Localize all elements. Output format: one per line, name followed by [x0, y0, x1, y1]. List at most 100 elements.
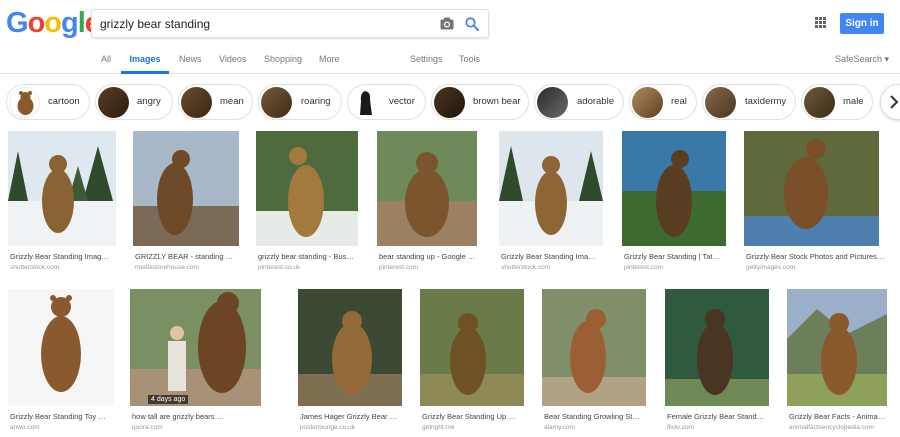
chip-thumbnail: [350, 87, 381, 118]
chip-cartoon[interactable]: cartoon: [6, 84, 90, 120]
result-title: Grizzly Bear Standing Ima…: [501, 252, 596, 261]
image-result[interactable]: Grizzly Bear Standing Up … getright.me: [420, 289, 524, 433]
result-source: pinterest.com: [379, 264, 419, 271]
apps-grid-icon[interactable]: [815, 17, 826, 28]
result-thumbnail: [622, 131, 726, 246]
chip-thumbnail: [9, 87, 40, 118]
result-title: James Hager Grizzly Bear …: [300, 412, 398, 421]
settings-link[interactable]: Settings: [410, 46, 443, 74]
result-thumbnail: [542, 289, 646, 406]
result-source: shutterstock.com: [501, 264, 551, 271]
date-badge: 4 days ago: [148, 395, 189, 404]
camera-icon[interactable]: [440, 17, 454, 30]
result-source: anwo.com: [10, 424, 40, 431]
search-icon[interactable]: [465, 17, 479, 31]
result-source: mediastorehouse.com: [135, 264, 199, 271]
chip-thumbnail: [181, 87, 212, 118]
result-title: bear standing up - Google …: [379, 252, 476, 261]
google-logo[interactable]: Google: [6, 7, 101, 40]
result-title: Grizzly Bear Standing Up …: [422, 412, 516, 421]
chip-label: roaring: [301, 96, 331, 107]
chip-thumbnail: [804, 87, 835, 118]
chevron-right-icon: [890, 95, 899, 109]
chip-angry[interactable]: angry: [95, 84, 173, 120]
result-source: animalfactsencyclopedia.com: [789, 424, 874, 431]
result-source: alamy.com: [544, 424, 575, 431]
logo-letter: l: [77, 7, 86, 39]
image-result[interactable]: Female Grizzly Bear Stand… flickr.com: [665, 289, 769, 433]
chip-thumbnail: [261, 87, 292, 118]
chip-taxidermy[interactable]: taxidermy: [702, 84, 796, 120]
logo-letter: g: [61, 7, 79, 39]
result-source: quora.com: [132, 424, 163, 431]
chips-next-button[interactable]: [880, 84, 900, 120]
result-thumbnail: [787, 289, 887, 406]
image-result[interactable]: bear standing up - Google … pinterest.co…: [377, 131, 477, 275]
result-title: Grizzly Bear Facts - Anima…: [789, 412, 886, 421]
logo-letter: o: [27, 7, 46, 39]
image-result[interactable]: Grizzly Bear Standing | Tat… pinterest.c…: [622, 131, 726, 275]
image-result[interactable]: grizzly bear standing - Bus… pinterest.c…: [256, 131, 358, 275]
image-result[interactable]: 4 days ago how tall are grizzly bears … …: [130, 289, 278, 433]
logo-letter: o: [44, 7, 62, 39]
chip-label: vector: [389, 96, 415, 107]
chip-label: mean: [220, 96, 244, 107]
image-result[interactable]: James Hager Grizzly Bear … posterlounge.…: [298, 289, 402, 433]
result-thumbnail: [8, 289, 114, 406]
image-result[interactable]: Bear Standing Growling St… alamy.com: [542, 289, 646, 433]
tab-images[interactable]: Images: [121, 46, 169, 74]
tools-link[interactable]: Tools: [459, 46, 480, 74]
chip-label: angry: [137, 96, 161, 107]
chip-thumbnail: [537, 87, 568, 118]
search-input[interactable]: [100, 15, 430, 33]
result-thumbnail: [130, 289, 261, 406]
chip-male[interactable]: male: [801, 84, 873, 120]
result-source: flickr.com: [667, 424, 695, 431]
chip-vector[interactable]: vector: [347, 84, 426, 120]
chip-label: real: [671, 96, 687, 107]
chip-roaring[interactable]: roaring: [258, 84, 342, 120]
related-searches: cartoon angry mean roaring vector brown …: [0, 84, 900, 121]
tab-more[interactable]: More: [319, 46, 340, 74]
safesearch-toggle[interactable]: SafeSearch ▾: [835, 46, 889, 74]
chip-thumbnail: [98, 87, 129, 118]
result-thumbnail: [665, 289, 769, 406]
image-result[interactable]: Grizzly Bear Stock Photos and Pictures… …: [744, 131, 892, 275]
result-title: Grizzly Bear Standing Imag…: [10, 252, 109, 261]
chip-thumbnail: [632, 87, 663, 118]
image-result[interactable]: Grizzly Bear Standing Imag… shutterstock…: [8, 131, 116, 275]
image-result[interactable]: Grizzly Bear Standing Ima… shutterstock.…: [499, 131, 603, 275]
result-thumbnail: [499, 131, 603, 246]
chip-label: cartoon: [48, 96, 80, 107]
result-title: GRIZZLY BEAR - standing …: [135, 252, 234, 261]
result-thumbnail: [744, 131, 879, 246]
image-result[interactable]: GRIZZLY BEAR - standing … mediastorehous…: [133, 131, 239, 275]
tab-videos[interactable]: Videos: [219, 46, 246, 74]
sign-in-button[interactable]: Sign in: [840, 13, 884, 34]
result-source: posterlounge.co.uk: [300, 424, 355, 431]
chip-label: brown bear: [473, 96, 521, 107]
header: Google Sign in: [0, 0, 900, 46]
result-thumbnail: [420, 289, 524, 406]
chip-thumbnail: [705, 87, 736, 118]
result-thumbnail: [377, 131, 477, 246]
image-result[interactable]: Grizzly Bear Standing Toy … anwo.com: [8, 289, 114, 433]
tab-news[interactable]: News: [179, 46, 202, 74]
chip-label: male: [843, 96, 864, 107]
chip-label: adorable: [577, 96, 614, 107]
chip-adorable[interactable]: adorable: [534, 84, 624, 120]
image-result[interactable]: Grizzly Bear Facts - Anima… animalfactse…: [787, 289, 892, 433]
chip-label: taxidermy: [745, 96, 787, 107]
chip-real[interactable]: real: [629, 84, 697, 120]
chip-mean[interactable]: mean: [178, 84, 253, 120]
tab-all[interactable]: All: [101, 46, 111, 74]
result-thumbnail: [8, 131, 116, 246]
chip-brown-bear[interactable]: brown bear: [431, 84, 529, 120]
tab-shopping[interactable]: Shopping: [264, 46, 302, 74]
result-title: Bear Standing Growling St…: [544, 412, 640, 421]
result-title: how tall are grizzly bears …: [132, 412, 225, 421]
result-source: pinterest.co.uk: [258, 264, 301, 271]
result-source: pinterest.com: [624, 264, 664, 271]
chip-thumbnail: [434, 87, 465, 118]
logo-letter: G: [6, 7, 29, 39]
